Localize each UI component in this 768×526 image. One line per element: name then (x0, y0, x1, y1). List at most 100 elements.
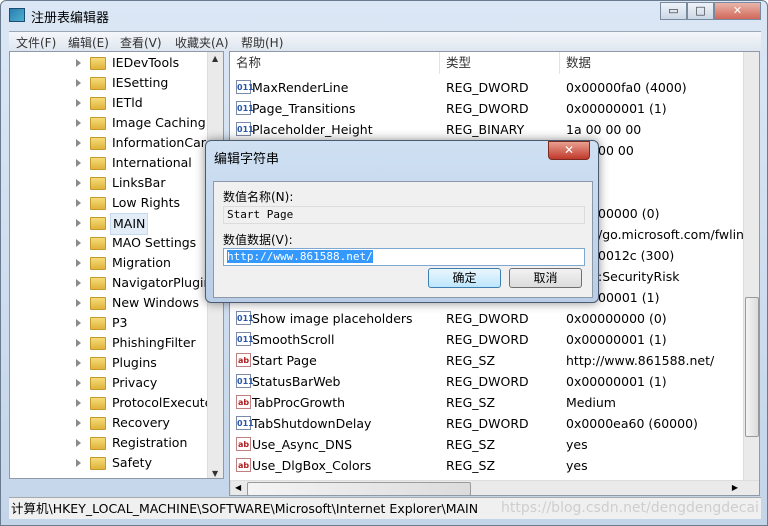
expand-arrow-icon[interactable] (76, 379, 81, 387)
list-horizontal-scrollbar[interactable]: ▶ ◀ (230, 480, 759, 495)
menu-edit[interactable]: 编辑(E) (68, 34, 109, 51)
expand-arrow-icon[interactable] (76, 439, 81, 447)
tree-item[interactable]: NavigatorPluginsL (10, 273, 223, 293)
expand-arrow-icon[interactable] (76, 139, 81, 147)
expand-arrow-icon[interactable] (76, 339, 81, 347)
tree-item[interactable]: IEDevTools (10, 53, 206, 73)
tree-item[interactable]: ProtocolExecute (10, 393, 212, 413)
expand-arrow-icon[interactable] (76, 259, 81, 267)
scroll-left-icon[interactable]: ◀ (235, 483, 241, 492)
expand-arrow-icon[interactable] (76, 219, 81, 227)
menu-view[interactable]: 查看(V) (120, 34, 162, 51)
tree-item-label: Safety (112, 455, 152, 470)
tree-item[interactable]: InformationCard (10, 133, 214, 153)
tree-item[interactable]: Low Rights (10, 193, 206, 213)
tree-item[interactable]: New Windows (10, 293, 206, 313)
list-row[interactable]: ab Use_DlgBox_Colors REG_SZ yes (230, 455, 750, 476)
tree-item[interactable]: MAIN (10, 213, 206, 235)
expand-arrow-icon[interactable] (76, 159, 81, 167)
dialog-title: 编辑字符串 (214, 152, 280, 167)
minimize-button[interactable]: ▭ (660, 2, 687, 20)
folder-icon (90, 157, 106, 170)
list-row[interactable]: 011 Show image placeholders REG_DWORD 0x000… (230, 308, 750, 329)
menu-file[interactable]: 文件(F) (16, 34, 56, 51)
folder-icon (90, 437, 106, 450)
list-vertical-scrollbar[interactable] (743, 52, 759, 480)
tree-item-label: P3 (112, 315, 128, 330)
tree-item[interactable]: Privacy (10, 373, 206, 393)
expand-arrow-icon[interactable] (76, 399, 81, 407)
scroll-down-icon[interactable]: ▼ (212, 469, 218, 478)
list-row[interactable]: ab Start Page REG_SZ http://www.861588.net/ (230, 350, 750, 371)
list-row[interactable]: 011 SmoothScroll REG_DWORD 0x00000001 (1) (230, 329, 750, 350)
tree-item-label: Low Rights (112, 195, 181, 210)
tree-item[interactable]: IETld (10, 93, 206, 113)
expand-arrow-icon[interactable] (76, 279, 81, 287)
tree-item[interactable]: PhishingFilter (10, 333, 206, 353)
expand-arrow-icon[interactable] (76, 419, 81, 427)
tree-item[interactable]: MAO Settings (10, 233, 206, 253)
list-row[interactable]: 011 StatusBarWeb REG_DWORD 0x00000001 (1) (230, 371, 750, 392)
cancel-button[interactable]: 取消 (509, 268, 582, 288)
scroll-up-icon[interactable]: ▲ (212, 54, 218, 63)
menu-help[interactable]: 帮助(H) (241, 34, 283, 51)
column-header-name[interactable]: 名称 (230, 52, 440, 74)
menu-favorites[interactable]: 收藏夹(A) (175, 34, 229, 51)
tree-item[interactable]: LinksBar (10, 173, 206, 193)
close-button[interactable]: ✕ (714, 2, 761, 20)
expand-arrow-icon[interactable] (76, 179, 81, 187)
scroll-right-icon[interactable]: ▶ (732, 483, 738, 492)
folder-icon (90, 377, 106, 390)
folder-icon (90, 317, 106, 330)
tree-item[interactable]: Safety (10, 453, 206, 473)
scroll-thumb[interactable] (745, 297, 759, 437)
dialog-close-button[interactable]: ✕ (548, 141, 590, 160)
value-data: 0x00000fa0 (4000) (566, 80, 687, 95)
tree-item[interactable]: Registration (10, 433, 206, 453)
tree-item-label: Privacy (112, 375, 158, 390)
list-row[interactable]: ab TabProcGrowth REG_SZ Medium (230, 392, 750, 413)
list-row[interactable]: 011 Placeholder_Height REG_BINARY 1a 00 00 … (230, 119, 750, 140)
expand-arrow-icon[interactable] (76, 299, 81, 307)
expand-arrow-icon[interactable] (76, 119, 81, 127)
expand-arrow-icon[interactable] (76, 79, 81, 87)
tree-item[interactable]: Plugins (10, 353, 206, 373)
expand-arrow-icon[interactable] (76, 319, 81, 327)
value-data: 00 00 (598, 143, 634, 158)
value-name: TabShutdownDelay (252, 416, 372, 431)
list-row[interactable]: 011 Page_Transitions REG_DWORD 0x00000001 (… (230, 98, 750, 119)
tree-item[interactable]: Image Caching (10, 113, 206, 133)
expand-arrow-icon[interactable] (76, 359, 81, 367)
value-name: StatusBarWeb (252, 374, 341, 389)
expand-arrow-icon[interactable] (76, 59, 81, 67)
value-data-input[interactable]: http://www.861588.net/ (223, 248, 585, 266)
tree-item-label: IEDevTools (112, 55, 180, 70)
tree-item[interactable]: IESetting (10, 73, 206, 93)
column-header-data[interactable]: 数据 (560, 52, 744, 74)
tree-item[interactable]: Migration (10, 253, 206, 273)
expand-arrow-icon[interactable] (76, 99, 81, 107)
expand-arrow-icon[interactable] (76, 199, 81, 207)
key-tree[interactable]: Safety Registration Recovery ProtocolExecut… (9, 51, 224, 479)
tree-item[interactable]: P3 (10, 313, 206, 333)
column-header-type[interactable]: 类型 (440, 52, 560, 74)
tree-item-label: Plugins (112, 355, 157, 370)
h-scroll-thumb[interactable] (247, 482, 471, 495)
expand-arrow-icon[interactable] (76, 459, 81, 467)
ok-button[interactable]: 确定 (428, 268, 501, 288)
maximize-button[interactable]: □ (687, 2, 714, 20)
value-data-label: 数值数据(V): (223, 233, 293, 247)
folder-icon (90, 137, 106, 150)
tree-item-label: New Windows (112, 295, 200, 310)
list-row[interactable]: 011 TabShutdownDelay REG_DWORD 0x0000ea60 (… (230, 413, 750, 434)
value-data: 0x00000000 (0) (566, 311, 667, 326)
value-type: REG_SZ (446, 353, 496, 368)
expand-arrow-icon[interactable] (76, 239, 81, 247)
edit-string-dialog: 编辑字符串 ✕ 数值名称(N): Start Page 数值数据(V): htt… (205, 140, 599, 303)
list-row[interactable]: ab Use_Async_DNS REG_SZ yes (230, 434, 750, 455)
tree-item[interactable]: International (10, 153, 206, 173)
tree-item[interactable]: Recovery (10, 413, 206, 433)
folder-icon (90, 277, 106, 290)
list-row[interactable]: 011 MaxRenderLine REG_DWORD 0x00000fa0 (400… (230, 77, 750, 98)
value-data: 0x0000ea60 (60000) (566, 416, 698, 431)
